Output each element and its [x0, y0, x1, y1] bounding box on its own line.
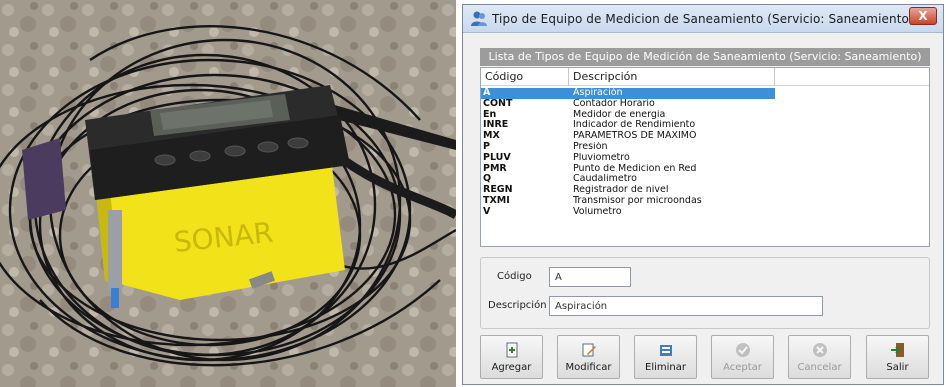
- aceptar-button[interactable]: Aceptar: [711, 335, 774, 379]
- list-row[interactable]: REGN Registrador de nivel: [481, 185, 929, 196]
- column-header-codigo[interactable]: Código: [481, 68, 569, 86]
- list-row[interactable]: P Presión: [481, 142, 929, 153]
- descripcion-field[interactable]: [549, 296, 823, 316]
- row-descripcion: Registrador de nivel: [573, 185, 669, 196]
- edit-icon: [582, 343, 596, 357]
- row-codigo: REGN: [483, 185, 513, 196]
- list-row[interactable]: CONT Contador Horario: [481, 99, 929, 110]
- row-descripcion: Aspiración: [573, 88, 623, 98]
- photo-sonar-flow-meter: SONAR: [0, 0, 456, 387]
- agregar-label: Agregar: [491, 362, 532, 373]
- users-icon: [471, 11, 487, 26]
- eliminar-button[interactable]: Eliminar: [634, 335, 697, 379]
- row-descripcion: PARAMETROS DE MAXIMO: [573, 131, 697, 142]
- descripcion-label: Descripción: [488, 300, 547, 311]
- row-codigo: V: [483, 206, 491, 217]
- list-row[interactable]: PLUV Pluviometro: [481, 153, 929, 164]
- list-column-headers: Código Descripción: [481, 68, 929, 86]
- list-row[interactable]: TXMI Transmisor por microondas: [481, 196, 929, 207]
- new-document-icon: [506, 342, 517, 358]
- row-descripcion: Presión: [573, 141, 608, 152]
- action-toolbar: Agregar Modificar Eliminar Aceptar Cance…: [480, 335, 930, 381]
- list-row[interactable]: PMR Punto de Medicion en Red: [481, 164, 929, 175]
- row-descripcion: Pluviometro: [573, 152, 630, 163]
- codigo-field[interactable]: [549, 267, 631, 287]
- codigo-label: Código: [497, 271, 532, 282]
- equipment-type-list[interactable]: Código Descripción A Aspiración CONT Contad…: [480, 67, 930, 247]
- row-codigo: PLUV: [483, 152, 511, 163]
- delete-icon: [659, 345, 672, 356]
- row-descripcion: Indicador de Rendimiento: [573, 120, 696, 131]
- row-codigo: En: [483, 109, 497, 120]
- agregar-button[interactable]: Agregar: [480, 335, 543, 379]
- window-title: Tipo de Equipo de Medicion de Saneamient…: [492, 12, 914, 26]
- row-codigo: TXMI: [483, 195, 510, 206]
- list-row[interactable]: En Medidor de energia: [481, 110, 929, 121]
- list-row[interactable]: INRE Indicador de Rendimiento: [481, 120, 929, 131]
- aceptar-label: Aceptar: [723, 362, 762, 373]
- salir-label: Salir: [886, 362, 909, 373]
- column-header-descripcion[interactable]: Descripción: [569, 68, 775, 86]
- list-row[interactable]: MX PARAMETROS DE MAXIMO: [481, 131, 929, 142]
- modificar-button[interactable]: Modificar: [557, 335, 620, 379]
- modificar-label: Modificar: [565, 362, 612, 373]
- title-bar: Tipo de Equipo de Medicion de Saneamient…: [463, 5, 943, 33]
- row-codigo: P: [483, 141, 490, 152]
- row-descripcion: Contador Horario: [573, 98, 655, 109]
- cancel-icon: [812, 343, 827, 357]
- row-codigo: Q: [483, 174, 492, 185]
- row-codigo: MX: [483, 131, 500, 142]
- list-row[interactable]: V Volumetro: [481, 207, 929, 218]
- accept-icon: [735, 343, 750, 357]
- cancelar-label: Cancelar: [797, 362, 842, 373]
- row-codigo: A: [483, 88, 491, 98]
- list-rows: A Aspiración CONT Contador Horario En Medidor…: [481, 88, 929, 218]
- row-descripcion: Transmisor por microondas: [573, 195, 702, 206]
- row-descripcion: Volumetro: [573, 206, 622, 217]
- equipment-type-dialog: Tipo de Equipo de Medicion de Saneamient…: [462, 4, 944, 385]
- list-row[interactable]: A Aspiración: [481, 88, 929, 99]
- salir-button[interactable]: Salir: [866, 335, 929, 379]
- close-button[interactable]: X: [909, 7, 937, 25]
- detail-groupbox: Código Descripción: [480, 257, 930, 329]
- list-row[interactable]: Q Caudalimetro: [481, 174, 929, 185]
- row-codigo: PMR: [483, 163, 507, 174]
- exit-door-icon: [890, 343, 904, 357]
- row-descripcion: Caudalimetro: [573, 174, 637, 185]
- row-codigo: CONT: [483, 98, 513, 109]
- cancelar-button[interactable]: Cancelar: [788, 335, 851, 379]
- row-descripcion: Medidor de energia: [573, 109, 666, 120]
- row-descripcion: Punto de Medicion en Red: [573, 163, 697, 174]
- row-codigo: INRE: [483, 120, 509, 131]
- list-header: Lista de Tipos de Equipo de Medición de …: [480, 48, 930, 66]
- eliminar-label: Eliminar: [645, 362, 686, 373]
